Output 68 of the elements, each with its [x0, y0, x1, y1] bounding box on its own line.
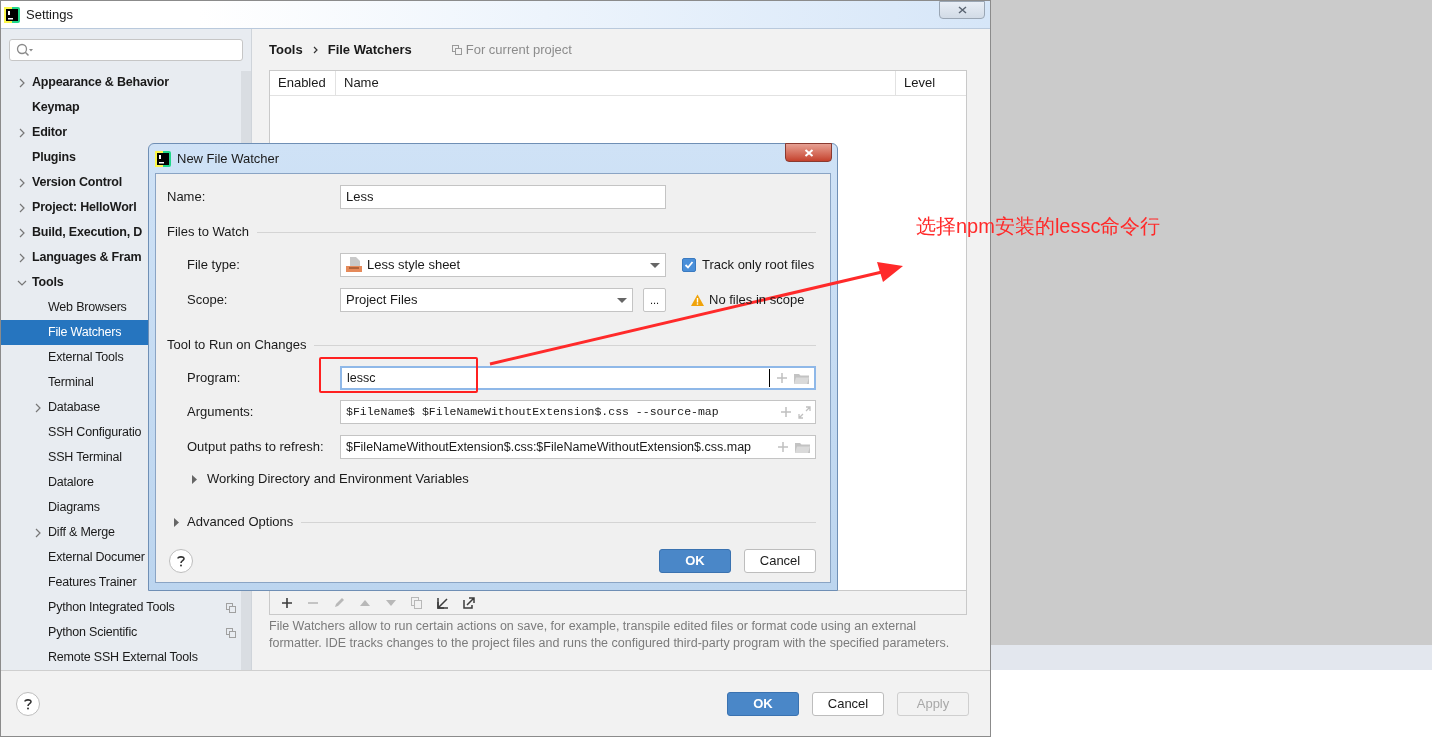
tree-item[interactable]: Editor — [1, 120, 251, 145]
dialog-button[interactable]: Cancel — [744, 549, 816, 573]
copy-icon — [411, 596, 423, 609]
plus-icon — [780, 406, 792, 418]
search-field[interactable] — [9, 39, 243, 61]
app-icon — [4, 6, 20, 23]
help-button[interactable] — [16, 691, 40, 716]
field-label: Arguments: — [187, 403, 255, 422]
column-header[interactable]: Name — [336, 71, 896, 95]
search-icon — [16, 43, 34, 57]
checkmark-icon — [684, 260, 694, 270]
close-button[interactable] — [785, 143, 832, 162]
annotation-text: 选择npm安装的lessc命令行 — [916, 214, 1161, 239]
dialog-button[interactable]: Cancel — [812, 691, 884, 716]
question-icon — [24, 697, 32, 710]
browse-button[interactable]: ... — [643, 288, 666, 312]
warning-icon — [691, 294, 704, 306]
checkbox[interactable] — [682, 258, 696, 272]
dropdown-arrow-icon — [617, 297, 627, 303]
breadcrumb-item: File Watchers — [327, 40, 412, 59]
expander[interactable]: Working Directory and Environment Variables — [190, 469, 469, 489]
field-label: Scope: — [187, 291, 229, 310]
description-text: File Watchers allow to run certain actions on save, for example, transpile edited files or format code using an external formatter. IDE tracks changes to the project files and runs the configured third-party program with the specified parameters. — [269, 618, 951, 652]
app-icon — [155, 150, 171, 167]
input-field[interactable]: $FileName$ $FileNameWithoutExtension$.css --source-map — [340, 400, 816, 424]
expand-icon — [798, 405, 811, 419]
less-file-icon — [346, 257, 362, 273]
input-field[interactable]: $FileNameWithoutExtension$.css:$FileNameWithoutExtension$.css.map — [340, 435, 816, 459]
tree-item[interactable]: Keymap — [1, 95, 251, 120]
file-type-dropdown[interactable]: Less style sheet — [340, 253, 666, 277]
close-button[interactable] — [939, 1, 985, 19]
input-field[interactable]: lessc — [340, 366, 816, 390]
copy-icon — [451, 44, 462, 55]
scope-dropdown[interactable]: Project Files — [340, 288, 633, 312]
question-icon — [177, 555, 185, 567]
plus-icon — [281, 596, 293, 609]
field-label: Name: — [167, 188, 207, 207]
tree-item[interactable]: Remote SSH External Tools — [1, 645, 251, 670]
field-label: Output paths to refresh: — [187, 438, 325, 457]
plus-icon — [776, 372, 788, 384]
export-arrow-icon — [463, 596, 475, 609]
column-header[interactable]: Enabled — [270, 71, 336, 95]
ok-button[interactable]: OK — [727, 691, 799, 716]
close-icon — [957, 6, 967, 14]
import-arrow-icon — [437, 596, 449, 609]
plus-icon — [777, 441, 789, 453]
ok-button[interactable]: OK — [659, 549, 731, 573]
pencil-icon — [333, 596, 345, 609]
dropdown-arrow-icon — [650, 262, 660, 268]
window-title: Settings — [26, 5, 73, 24]
close-icon — [803, 148, 814, 157]
field-label: File type: — [187, 256, 241, 275]
expander[interactable]: Advanced Options — [172, 512, 294, 532]
dialog-title: New File Watcher — [177, 149, 280, 168]
tree-item[interactable]: Python Scientific — [1, 620, 251, 645]
chevron-right-icon — [312, 45, 318, 54]
help-button[interactable] — [169, 549, 193, 573]
name-field[interactable]: Less — [340, 185, 666, 209]
section-title: Files to Watch — [167, 223, 249, 242]
tree-item[interactable]: Appearance & Behavior — [1, 70, 251, 95]
folder-icon — [794, 371, 810, 385]
tree-item[interactable]: Python Integrated Tools — [1, 595, 251, 620]
field-label: Program: — [187, 369, 242, 388]
breadcrumb-item[interactable]: Tools — [269, 39, 303, 60]
scope-note: For current project — [465, 40, 572, 59]
checkbox-label: Track only root files — [702, 256, 815, 275]
column-header[interactable]: Level — [896, 71, 966, 95]
folder-icon — [795, 440, 811, 454]
